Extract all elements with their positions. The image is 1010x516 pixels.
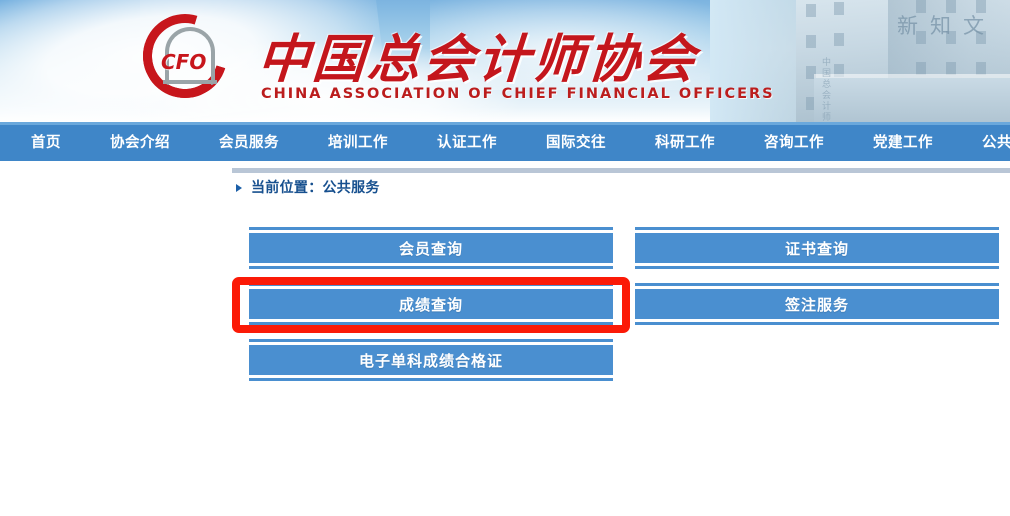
service-button-label: 电子单科成绩合格证 [358,351,503,370]
service-cell: 成绩查询 [249,283,613,325]
service-button-label: 签注服务 [784,295,849,314]
main-navigation-bar: 首页 协会介绍 会员服务 培训工作 认证工作 国际交往 科研工作 咨询工作 党建… [0,122,1010,164]
service-button-certificate-query[interactable]: 证书查询 [635,227,999,269]
site-header-banner: 新知文 中国总会计师 CFO 中国总会计师协会 CHINA ASSOCIATIO… [0,0,1010,122]
service-button-electronic-single-subject-certificate[interactable]: 电子单科成绩合格证 [249,339,613,381]
logo-arch-base-icon [163,80,217,84]
service-cell: 电子单科成绩合格证 [249,339,613,381]
nav-item-training[interactable]: 培训工作 [315,125,401,161]
service-button-label: 会员查询 [398,239,463,258]
headquarters-building-photo: 新知文 中国总会计师 [710,0,1010,122]
service-button-grid: 会员查询 证书查询 成绩查询 签注服务 电子单科成绩合格证 [249,227,999,395]
content-area: 当前位置：公共服务 会员查询 证书查询 成绩查询 签注服务 电子单科成绩合格证 [0,164,1010,516]
service-button-label: 证书查询 [784,239,849,258]
service-cell: 会员查询 [249,227,613,269]
service-row: 成绩查询 签注服务 [249,283,999,325]
nav-item-party-building[interactable]: 党建工作 [860,125,946,161]
site-title-chinese: 中国总会计师协会 [255,29,700,90]
breadcrumb-text: 当前位置：公共服务 [251,180,380,196]
logo-cfo-monogram: CFO [161,50,207,74]
building-podium [814,78,1010,122]
cfo-logo[interactable]: CFO [128,0,242,113]
nav-item-international[interactable]: 国际交往 [533,125,619,161]
site-title-english: CHINA ASSOCIATION OF CHIEF FINANCIAL OFF… [261,86,775,102]
nav-item-home[interactable]: 首页 [18,125,74,161]
nav-item-about[interactable]: 协会介绍 [97,125,183,161]
service-button-label: 成绩查询 [398,295,463,314]
service-button-score-query[interactable]: 成绩查询 [249,283,613,325]
service-cell: 证书查询 [635,227,999,269]
nav-item-consulting[interactable]: 咨询工作 [751,125,837,161]
nav-item-public-services[interactable]: 公共服务 [969,125,1010,161]
service-button-endorsement-service[interactable]: 签注服务 [635,283,999,325]
nav-item-member-services[interactable]: 会员服务 [206,125,292,161]
breadcrumb-divider [232,168,1010,173]
service-cell: 签注服务 [635,283,999,325]
service-button-member-query[interactable]: 会员查询 [249,227,613,269]
breadcrumb: 当前位置：公共服务 [236,177,380,197]
chevron-right-icon [236,183,242,192]
nav-item-certification[interactable]: 认证工作 [424,125,510,161]
service-row: 会员查询 证书查询 [249,227,999,269]
service-row: 电子单科成绩合格证 [249,339,999,381]
page-root: 新知文 中国总会计师 CFO 中国总会计师协会 CHINA ASSOCIATIO… [0,0,1010,516]
building-vertical-signage: 中国总会计师 [822,58,832,122]
nav-item-research[interactable]: 科研工作 [642,125,728,161]
main-nav: 首页 协会介绍 会员服务 培训工作 认证工作 国际交往 科研工作 咨询工作 党建… [0,125,1010,161]
building-signage-text: 新知文 [897,14,996,38]
